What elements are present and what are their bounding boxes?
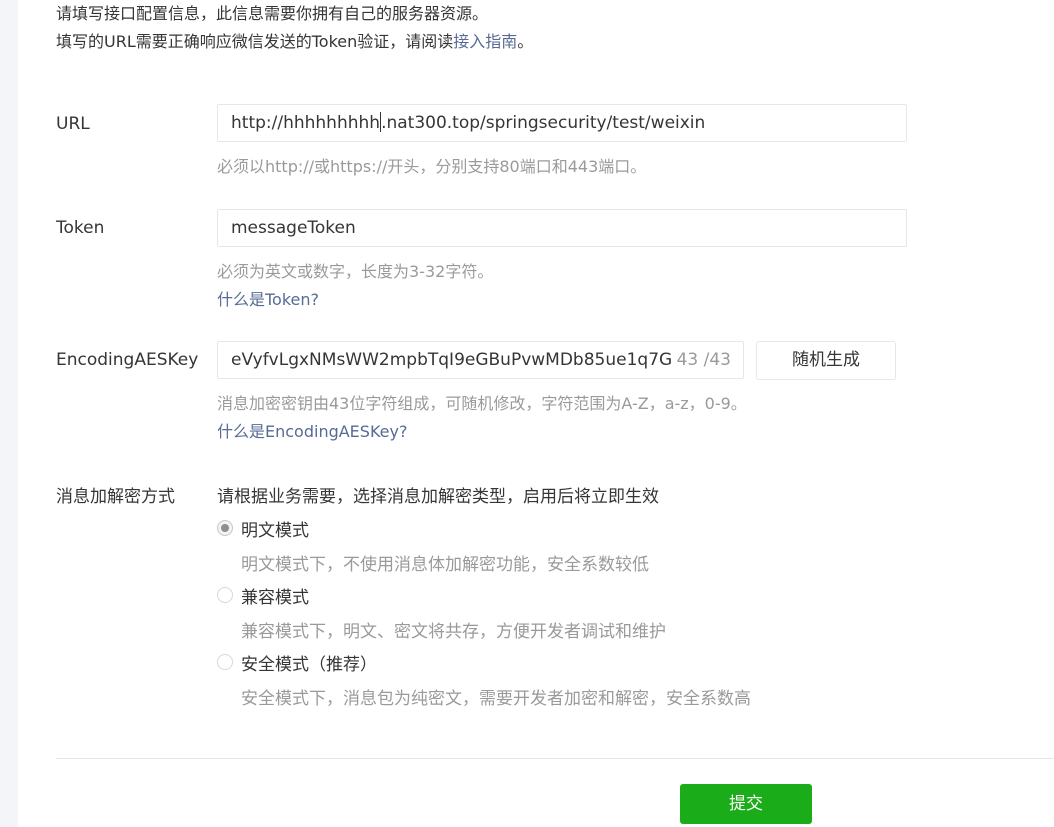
token-input[interactable]: messageToken <box>217 209 907 247</box>
access-guide-link[interactable]: 接入指南 <box>453 32 517 51</box>
aes-key-input[interactable]: eVyfvLgxNMsWW2mpbTqI9eGBuPvwMDb85ue1q7G … <box>217 341 744 379</box>
url-hint: 必须以http://或https://开头，分别支持80端口和443端口。 <box>217 157 647 176</box>
aes-key-hint: 消息加密密钥由43位字符组成，可随机修改，字符范围为A-Z，a-z，0-9。 <box>217 394 747 413</box>
token-hint: 必须为英文或数字，长度为3-32字符。 <box>217 262 494 281</box>
encryption-mode-label: 消息加解密方式 <box>56 487 175 507</box>
interface-config-form: 请填写接口配置信息，此信息需要你拥有自己的服务器资源。 填写的URL需要正确响应… <box>0 0 1054 827</box>
radio-button-unchecked[interactable] <box>217 587 233 603</box>
radio-compatible-mode[interactable]: 兼容模式 <box>217 583 309 608</box>
url-input-value-part1: http://hhhhhhhhh <box>231 113 381 133</box>
form-divider <box>56 758 1054 759</box>
token-label: Token <box>56 218 105 238</box>
secure-mode-desc: 安全模式下，消息包为纯密文，需要开发者加密和解密，安全系数高 <box>241 689 751 709</box>
radio-secure-mode[interactable]: 安全模式（推荐） <box>217 650 377 675</box>
what-is-aes-key-link[interactable]: 什么是EncodingAESKey? <box>217 418 407 442</box>
intro-line-1: 请填写接口配置信息，此信息需要你拥有自己的服务器资源。 <box>56 4 489 23</box>
radio-plaintext-mode[interactable]: 明文模式 <box>217 516 309 541</box>
url-input-value-part2: .nat300.top/springsecurity/test/weixin <box>381 113 706 133</box>
compatible-mode-desc: 兼容模式下，明文、密文将共存，方便开发者调试和维护 <box>241 622 666 642</box>
radio-label-plaintext[interactable]: 明文模式 <box>241 516 309 541</box>
url-label: URL <box>56 114 90 134</box>
radio-button-unchecked[interactable] <box>217 654 233 670</box>
plaintext-mode-desc: 明文模式下，不使用消息体加解密功能，安全系数较低 <box>241 555 649 575</box>
what-is-token-link[interactable]: 什么是Token? <box>217 286 319 310</box>
submit-button[interactable]: 提交 <box>680 784 812 824</box>
aes-key-char-counter: 43 /43 <box>670 342 731 378</box>
radio-button-checked[interactable] <box>217 520 233 536</box>
aes-key-label: EncodingAESKey <box>56 350 199 370</box>
token-input-value: messageToken <box>231 218 356 238</box>
radio-label-compatible[interactable]: 兼容模式 <box>241 583 309 608</box>
radio-label-secure[interactable]: 安全模式（推荐） <box>241 650 377 675</box>
intro-line-2: 填写的URL需要正确响应微信发送的Token验证，请阅读接入指南。 <box>56 30 533 54</box>
aes-key-input-value: eVyfvLgxNMsWW2mpbTqI9eGBuPvwMDb85ue1q7G <box>231 350 671 370</box>
random-generate-button[interactable]: 随机生成 <box>756 341 896 380</box>
encryption-mode-description: 请根据业务需要，选择消息加解密类型，启用后将立即生效 <box>217 487 659 507</box>
url-input[interactable]: http://hhhhhhhhh.nat300.top/springsecuri… <box>217 104 907 142</box>
intro-line-2-text: 填写的URL需要正确响应微信发送的Token验证，请阅读 <box>56 32 454 51</box>
intro-line-2-suffix: 。 <box>517 32 534 51</box>
